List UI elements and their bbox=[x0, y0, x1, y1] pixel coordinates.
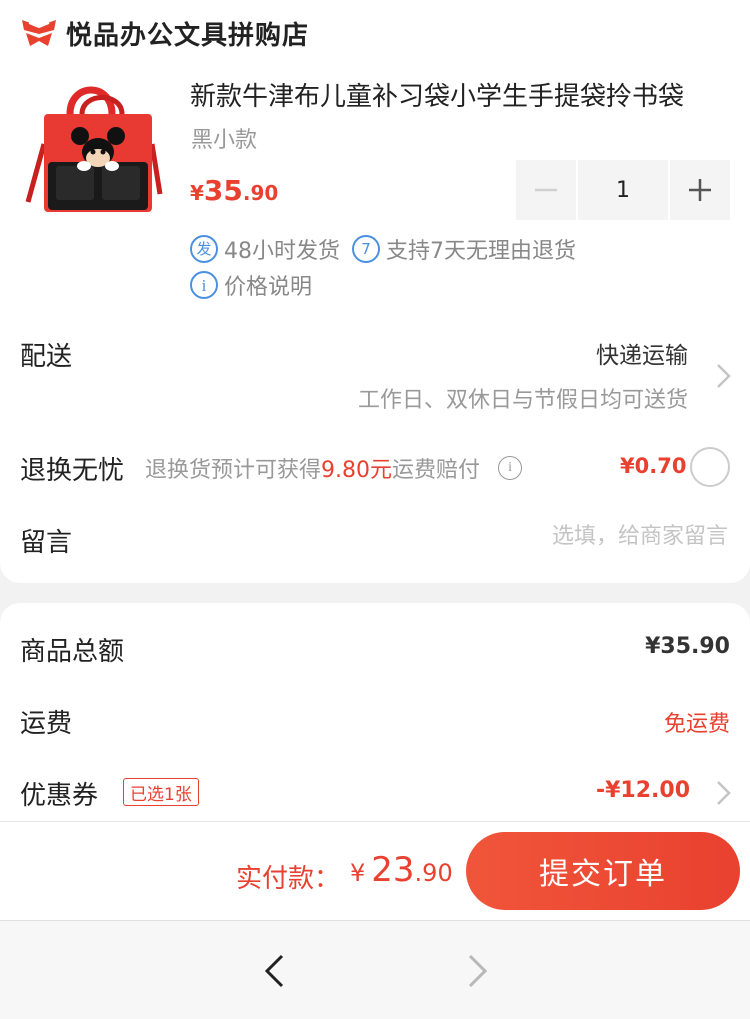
pay-dec: .90 bbox=[414, 859, 453, 887]
store-header[interactable]: 悦品办公文具拼购店 bbox=[20, 12, 309, 54]
return-info-icon[interactable]: i bbox=[498, 456, 523, 480]
product-title[interactable]: 新款牛津布儿童补习袋小学生手提袋拎书袋 bbox=[190, 76, 730, 113]
coupon-label: 优惠券 bbox=[20, 781, 99, 811]
seven-day-return-icon: 7 bbox=[352, 235, 380, 263]
product-image[interactable] bbox=[22, 74, 172, 224]
return-insurance-radio[interactable] bbox=[690, 447, 730, 487]
service-tags-row: 发 48小时发货 7 支持7天无理由退货 bbox=[190, 234, 588, 264]
shipping-value: 免运费 bbox=[663, 712, 730, 737]
decrement-button[interactable] bbox=[516, 160, 576, 220]
chevron-right-icon[interactable] bbox=[714, 361, 734, 391]
price-dec: .90 bbox=[242, 181, 279, 205]
shipping-label: 运费 bbox=[20, 709, 73, 739]
coupon-selected-badge: 已选1张 bbox=[123, 778, 199, 806]
message-input[interactable] bbox=[428, 524, 728, 549]
quantity-stepper: 1 bbox=[516, 160, 730, 220]
delivery-value[interactable]: 快递运输 bbox=[596, 336, 688, 370]
quantity-value[interactable]: 1 bbox=[578, 160, 668, 220]
info-icon: i bbox=[190, 271, 218, 299]
pay-amount: ¥23.90 bbox=[350, 850, 453, 890]
return-desc-suffix: 运费赔付 bbox=[392, 458, 481, 483]
price-summary-card: 商品总额 ¥35.90 运费 免运费 优惠券 已选1张 -¥12.00 bbox=[0, 603, 750, 821]
price-int: 35 bbox=[203, 174, 243, 207]
goods-total-value: ¥35.90 bbox=[645, 634, 730, 659]
return-price: ¥0.70 bbox=[620, 454, 687, 478]
coupon-value[interactable]: -¥12.00 bbox=[596, 778, 690, 803]
checkout-bar: 实付款： ¥23.90 提交订单 bbox=[0, 821, 750, 921]
ship-tag-text: 48小时发货 bbox=[224, 239, 340, 264]
plus-icon bbox=[689, 179, 711, 201]
pay-int: 23 bbox=[371, 850, 415, 890]
browser-nav-bar bbox=[0, 921, 750, 1019]
return-desc-prefix: 退换货预计可获得 bbox=[145, 458, 322, 483]
delivery-label: 配送 bbox=[20, 342, 73, 372]
order-item-card: 悦品办公文具拼购店 新款牛津布儿童补习袋小学生手提袋拎书袋 黑小款 ¥35.90… bbox=[0, 0, 750, 583]
price-note-row[interactable]: i 价格说明 bbox=[190, 270, 324, 300]
return-tag-text: 支持7天无理由退货 bbox=[386, 239, 576, 264]
return-label: 退换无忧 bbox=[20, 456, 125, 486]
price-symbol: ¥ bbox=[190, 181, 204, 205]
pay-label: 实付款： bbox=[236, 864, 341, 894]
product-variant: 黑小款 bbox=[191, 128, 258, 153]
pay-symbol: ¥ bbox=[350, 859, 366, 887]
return-description: 退换货预计可获得 9.80元 运费赔付 i bbox=[145, 452, 523, 484]
message-label: 留言 bbox=[20, 528, 73, 558]
delivery-subtext: 工作日、双休日与节假日均可送货 bbox=[357, 388, 688, 413]
ship-badge-icon: 发 bbox=[190, 235, 218, 263]
store-name: 悦品办公文具拼购店 bbox=[66, 20, 310, 51]
submit-order-button[interactable]: 提交订单 bbox=[466, 832, 740, 910]
back-arrow-icon[interactable] bbox=[262, 953, 288, 989]
forward-arrow-icon[interactable] bbox=[464, 953, 490, 989]
product-price: ¥35.90 bbox=[190, 174, 278, 207]
increment-button[interactable] bbox=[670, 160, 730, 220]
return-desc-amount: 9.80元 bbox=[321, 458, 393, 483]
price-note-text: 价格说明 bbox=[224, 275, 313, 300]
minus-icon bbox=[535, 188, 557, 192]
store-bow-logo-icon bbox=[22, 20, 56, 46]
goods-total-label: 商品总额 bbox=[20, 637, 125, 667]
chevron-right-icon[interactable] bbox=[714, 778, 734, 808]
